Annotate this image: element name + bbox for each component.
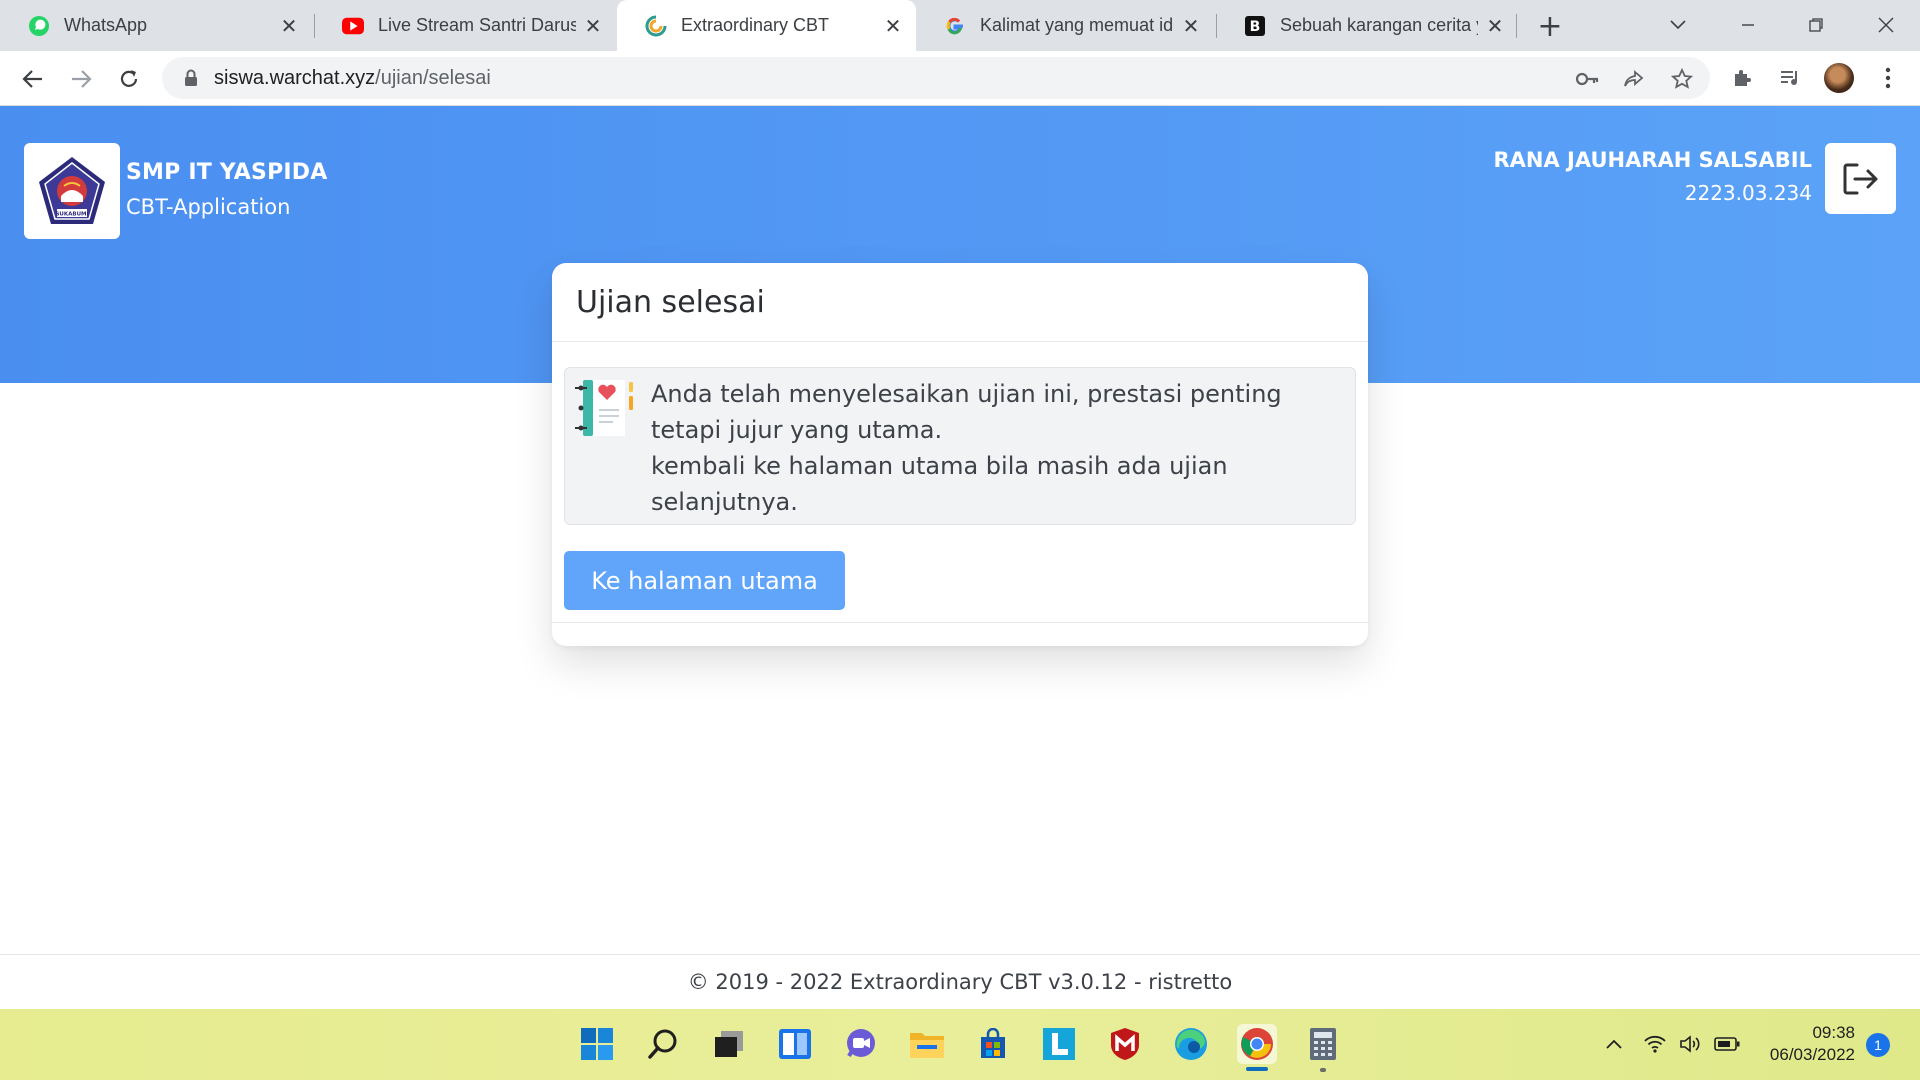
active-app-indicator: [1246, 1067, 1268, 1071]
tab-title: Sebuah karangan cerita y: [1280, 15, 1478, 35]
running-app-indicator: [1320, 1068, 1326, 1072]
browser-toolbar: siswa.warchat.xyz/ujian/selesai: [0, 51, 1920, 106]
microsoft-store-icon[interactable]: [973, 1024, 1013, 1064]
bookmark-star-icon[interactable]: [1670, 67, 1694, 91]
restore-icon[interactable]: [1798, 8, 1834, 42]
school-emblem-icon: SUKABUMI: [39, 157, 105, 224]
share-icon[interactable]: [1622, 67, 1646, 91]
widgets-icon[interactable]: [775, 1024, 815, 1064]
close-icon[interactable]: ✕: [582, 14, 604, 38]
whatsapp-icon: [28, 15, 50, 37]
google-icon: [944, 15, 966, 37]
card-title: Ujian selesai: [576, 284, 765, 320]
logout-icon: [1843, 163, 1877, 194]
close-icon[interactable]: ✕: [1180, 14, 1202, 38]
windows-taskbar: [0, 1009, 1920, 1080]
svg-text:B: B: [1250, 19, 1261, 35]
search-icon[interactable]: [643, 1024, 683, 1064]
logout-button[interactable]: [1825, 143, 1896, 214]
clock-time: 09:38: [1812, 1023, 1855, 1042]
l-app-icon[interactable]: [1039, 1024, 1079, 1064]
school-logo: SUKABUMI: [24, 143, 120, 239]
calculator-icon[interactable]: [1303, 1024, 1343, 1064]
show-hidden-icons-chevron-icon[interactable]: [1602, 1032, 1626, 1056]
card-footer-divider: [552, 622, 1368, 623]
teams-chat-icon[interactable]: [841, 1024, 881, 1064]
system-clock[interactable]: 09:38 06/03/2022: [1755, 1022, 1855, 1066]
tab-whatsapp[interactable]: WhatsApp ✕: [0, 0, 312, 51]
user-id: 2223.03.234: [1684, 181, 1812, 205]
exam-finished-card: Ujian selesai Anda telah menyelesaikan u…: [552, 263, 1368, 646]
lock-icon[interactable]: [182, 69, 200, 87]
tab-divider: [1516, 14, 1517, 38]
school-name: SMP IT YASPIDA: [126, 160, 328, 185]
start-menu-icon[interactable]: [577, 1024, 617, 1064]
file-explorer-icon[interactable]: [907, 1024, 947, 1064]
extensions-icon[interactable]: [1728, 64, 1756, 92]
back-icon[interactable]: [18, 64, 48, 94]
completion-message: Anda telah menyelesaikan ujian ini, pres…: [651, 376, 1341, 520]
key-icon[interactable]: [1576, 67, 1600, 91]
tab-search-icon[interactable]: [1660, 8, 1696, 42]
menu-kebab-icon[interactable]: [1874, 64, 1902, 92]
notification-badge[interactable]: 1: [1866, 1033, 1890, 1057]
brainly-icon: B: [1244, 15, 1266, 37]
tab-google[interactable]: Kalimat yang memuat ide ✕: [916, 0, 1214, 51]
tab-title: WhatsApp: [64, 15, 148, 35]
reload-icon[interactable]: [114, 64, 144, 94]
battery-icon[interactable]: [1714, 1032, 1740, 1056]
mcafee-icon[interactable]: [1105, 1024, 1145, 1064]
task-view-icon[interactable]: [709, 1024, 749, 1064]
card-header: Ujian selesai: [552, 263, 1368, 342]
user-name: RANA JAUHARAH SALSABIL: [1493, 148, 1812, 172]
youtube-icon: [342, 15, 364, 37]
chrome-icon[interactable]: [1237, 1024, 1277, 1064]
back-to-home-button[interactable]: Ke halaman utama: [564, 551, 845, 610]
tab-extraordinary-cbt[interactable]: Extraordinary CBT ✕: [617, 0, 916, 51]
close-icon[interactable]: ✕: [278, 14, 300, 38]
message-line-1: Anda telah menyelesaikan ujian ini, pres…: [651, 380, 1282, 444]
forward-icon[interactable]: [66, 64, 96, 94]
tab-youtube[interactable]: Live Stream Santri Darussy ✕: [314, 0, 616, 51]
app-name: CBT-Application: [126, 195, 291, 219]
clock-date: 06/03/2022: [1769, 1045, 1855, 1064]
tab-brainly[interactable]: B Sebuah karangan cerita y ✕: [1216, 0, 1518, 51]
volume-icon[interactable]: [1678, 1032, 1704, 1056]
profile-avatar[interactable]: [1824, 63, 1854, 93]
completion-message-box: Anda telah menyelesaikan ujian ini, pres…: [564, 367, 1356, 525]
cbt-icon: [645, 15, 667, 37]
edge-icon[interactable]: [1171, 1024, 1211, 1064]
url-host: siswa.warchat.xyz: [214, 66, 376, 89]
tab-title: Extraordinary CBT: [681, 15, 830, 35]
url-text: siswa.warchat.xyz/ujian/selesai: [214, 67, 491, 90]
message-line-2: kembali ke halaman utama bila masih ada …: [651, 452, 1228, 516]
tab-title: Live Stream Santri Darussy: [378, 15, 576, 35]
new-tab-button[interactable]: +: [1534, 9, 1566, 44]
tab-title: Kalimat yang memuat ide: [980, 15, 1174, 35]
address-bar[interactable]: siswa.warchat.xyz/ujian/selesai: [162, 57, 1710, 99]
url-path: /ujian/selesai: [375, 66, 491, 89]
footer-text: © 2019 - 2022 Extraordinary CBT v3.0.12 …: [687, 970, 1233, 994]
logo-text: SUKABUMI: [55, 212, 88, 218]
minimize-icon[interactable]: [1730, 8, 1766, 42]
wifi-icon[interactable]: [1643, 1032, 1667, 1056]
page-footer: © 2019 - 2022 Extraordinary CBT v3.0.12 …: [0, 954, 1920, 1009]
close-icon[interactable]: ✕: [1484, 14, 1506, 38]
close-window-icon[interactable]: [1868, 8, 1904, 42]
notebook-heart-icon: [575, 380, 633, 436]
close-icon[interactable]: ✕: [882, 14, 904, 38]
media-control-icon[interactable]: [1776, 64, 1804, 92]
